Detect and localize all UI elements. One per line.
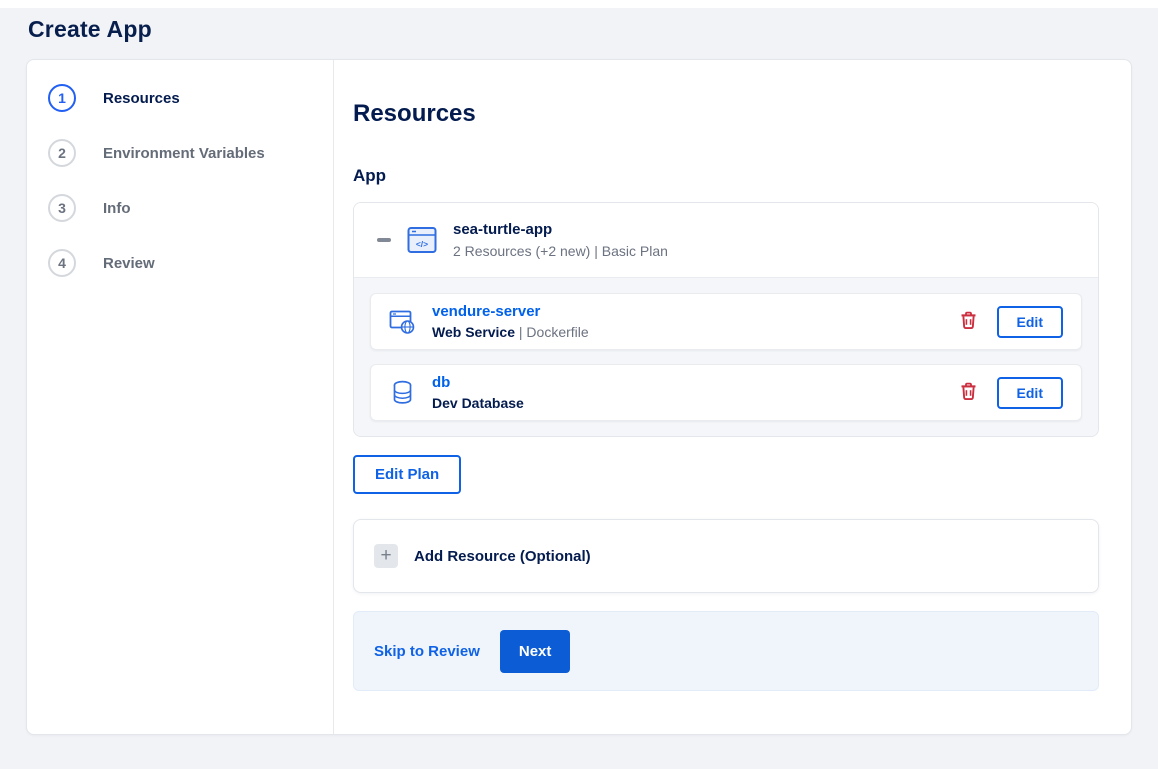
step-review[interactable]: 4 Review <box>48 249 333 277</box>
delete-resource-button[interactable] <box>960 382 977 404</box>
step-number-badge: 3 <box>48 194 76 222</box>
resource-type: Web Service <box>432 324 516 340</box>
plus-icon: + <box>374 544 398 568</box>
delete-resource-button[interactable] <box>960 311 977 333</box>
page-title: Create App <box>28 16 152 42</box>
app-name: sea-turtle-app <box>453 221 553 238</box>
resource-list: vendure-server Web Service | Dockerfile <box>354 277 1098 436</box>
resource-row-db: db Dev Database Edit <box>370 364 1082 421</box>
step-number-badge: 2 <box>48 139 76 167</box>
resource-actions: Edit <box>960 305 1063 338</box>
database-icon <box>389 379 416 406</box>
edit-plan-button[interactable]: Edit Plan <box>353 455 462 494</box>
app-window-code-icon: </> <box>407 226 437 254</box>
edit-resource-button[interactable]: Edit <box>996 305 1063 338</box>
step-label: Review <box>103 254 155 272</box>
resource-row-vendure-server: vendure-server Web Service | Dockerfile <box>370 293 1082 350</box>
svg-text:</>: </> <box>416 239 428 249</box>
step-label: Info <box>103 199 131 217</box>
resource-actions: Edit <box>960 376 1063 409</box>
add-resource-label: Add Resource (Optional) <box>414 547 591 565</box>
resource-type: Dev Database <box>432 395 524 411</box>
web-service-icon <box>389 308 416 335</box>
top-strip <box>0 0 1158 8</box>
step-info[interactable]: 3 Info <box>48 194 333 222</box>
app-header-text: sea-turtle-app 2 Resources (+2 new) | Ba… <box>453 221 668 259</box>
resources-heading: Resources <box>353 100 476 127</box>
resource-text: vendure-server Web Service | Dockerfile <box>432 303 589 340</box>
create-app-wizard-card: 1 Resources 2 Environment Variables 3 In… <box>26 59 1132 735</box>
step-resources[interactable]: 1 Resources <box>48 84 333 112</box>
app-summary: 2 Resources (+2 new) | Basic Plan <box>453 243 668 259</box>
step-number-badge: 4 <box>48 249 76 277</box>
step-number-badge: 1 <box>48 84 76 112</box>
step-label: Resources <box>103 89 180 107</box>
steps-sidebar: 1 Resources 2 Environment Variables 3 In… <box>27 60 334 734</box>
resource-name-link[interactable]: db <box>432 374 524 391</box>
collapse-app-button[interactable] <box>376 232 392 248</box>
resource-text: db Dev Database <box>432 374 524 411</box>
resource-detail: | Dockerfile <box>515 324 589 340</box>
edit-resource-button[interactable]: Edit <box>996 376 1063 409</box>
main-content: Resources App </> sea-turtle-app 2 Resou… <box>334 60 1131 734</box>
trash-icon <box>960 382 977 404</box>
add-resource-button[interactable]: + Add Resource (Optional) <box>353 519 1099 593</box>
app-card-header: </> sea-turtle-app 2 Resources (+2 new) … <box>354 203 1098 277</box>
skip-to-review-link[interactable]: Skip to Review <box>374 643 480 660</box>
resource-subtitle: Dev Database <box>432 395 524 411</box>
wizard-footer: Skip to Review Next <box>353 611 1099 691</box>
next-button[interactable]: Next <box>499 629 571 673</box>
app-section-label: App <box>353 166 387 185</box>
trash-icon <box>960 311 977 333</box>
resource-name-link[interactable]: vendure-server <box>432 303 589 320</box>
step-environment-variables[interactable]: 2 Environment Variables <box>48 139 333 167</box>
app-card: </> sea-turtle-app 2 Resources (+2 new) … <box>353 202 1099 437</box>
resource-subtitle: Web Service | Dockerfile <box>432 324 589 340</box>
minus-icon <box>377 238 391 242</box>
step-label: Environment Variables <box>103 144 265 162</box>
